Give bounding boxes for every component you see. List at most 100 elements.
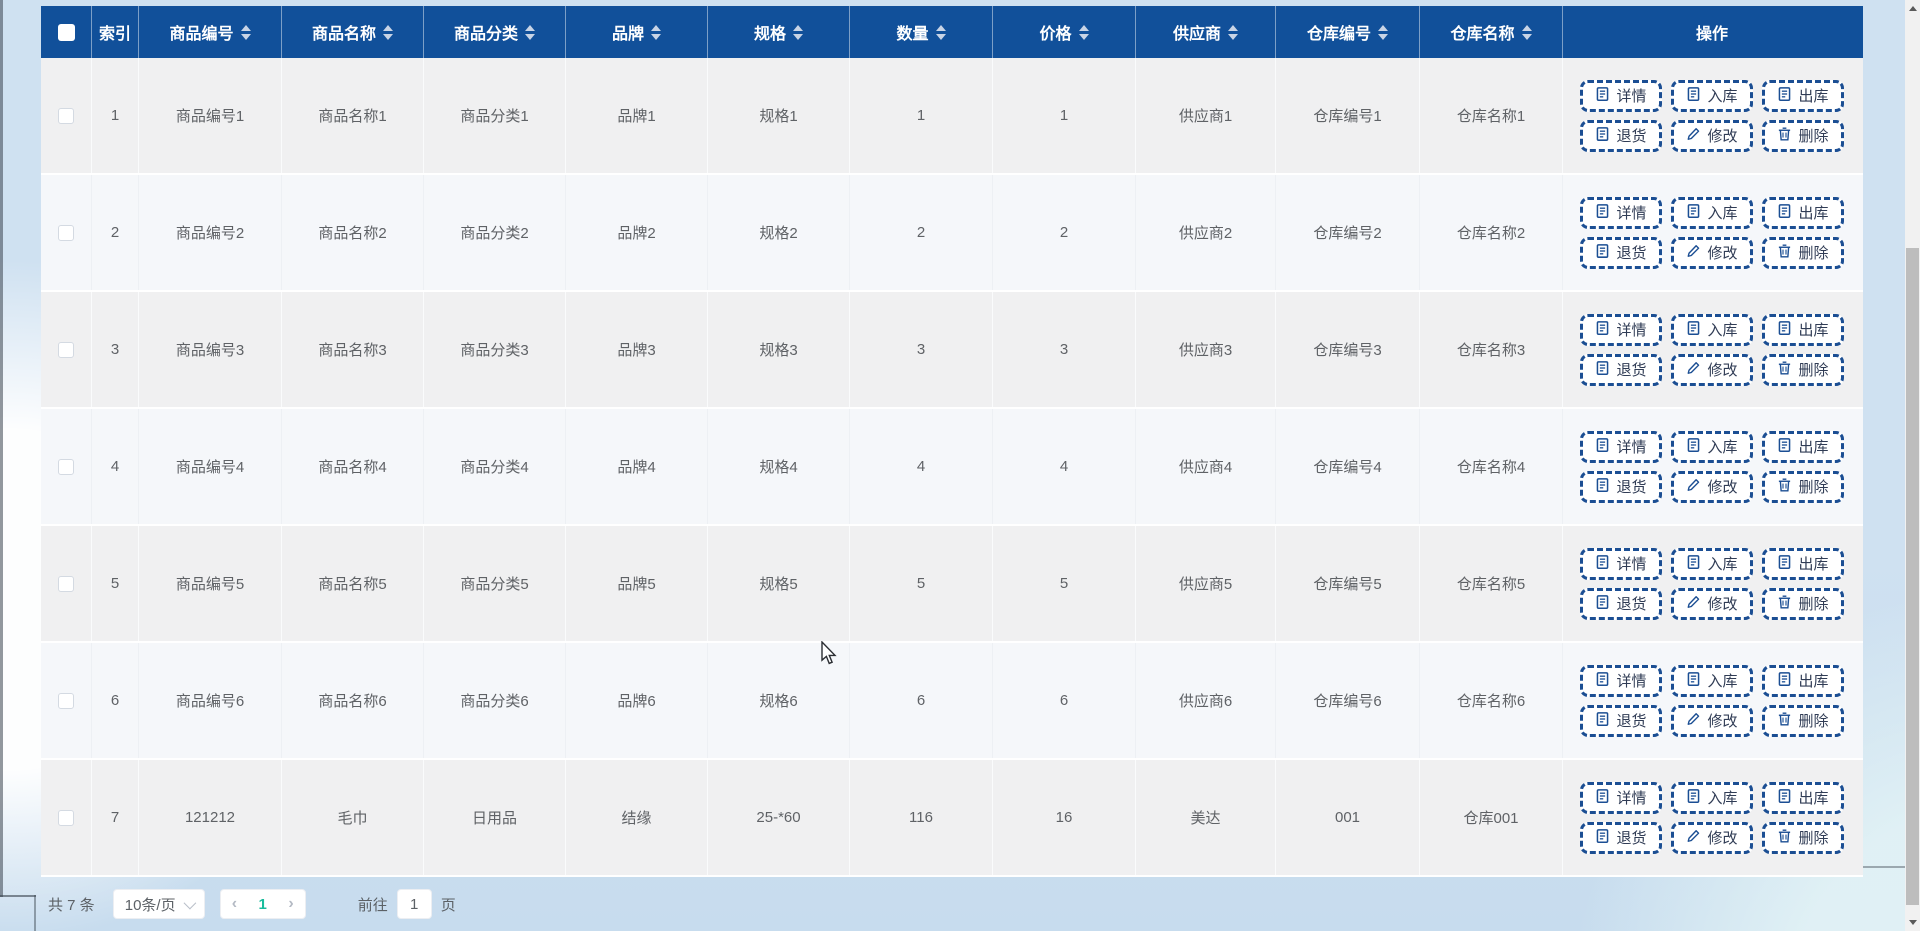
return-button[interactable]: 退货 [1580,353,1662,386]
sort-asc-icon[interactable] [1521,24,1532,31]
sort-carets-icon[interactable] [240,24,251,40]
prev-page-button[interactable]: ‹ [232,896,237,912]
sort-asc-icon[interactable] [1228,24,1238,31]
sort-asc-icon[interactable] [651,24,661,31]
return-button[interactable]: 退货 [1580,587,1662,620]
sort-carets-icon[interactable] [525,24,535,40]
sort-asc-icon[interactable] [525,24,535,31]
column-header-wh_code[interactable]: 仓库编号 [1276,6,1420,58]
column-header-category[interactable]: 商品分类 [424,6,566,58]
column-header-code[interactable]: 商品编号 [139,6,282,58]
return-button[interactable]: 退货 [1580,119,1662,152]
stock-out-button[interactable]: 出库 [1762,196,1844,229]
column-header-name[interactable]: 商品名称 [282,6,424,58]
stock-out-button[interactable]: 出库 [1762,547,1844,580]
column-header-price[interactable]: 价格 [993,6,1136,58]
scrollbar-up-arrow[interactable] [1905,0,1920,17]
row-checkbox[interactable] [58,575,74,592]
cell-qty: 2 [850,175,993,290]
return-button[interactable]: 退货 [1580,236,1662,269]
details-button[interactable]: 详情 [1580,547,1662,580]
scrollbar-down-arrow[interactable] [1905,914,1920,931]
sort-desc-icon[interactable] [240,33,251,40]
details-button[interactable]: 详情 [1580,313,1662,346]
sort-carets-icon[interactable] [1521,24,1532,40]
row-checkbox[interactable] [58,341,74,358]
sort-asc-icon[interactable] [1378,24,1388,31]
delete-button[interactable]: 删除 [1762,821,1844,854]
delete-button[interactable]: 删除 [1762,236,1844,269]
stock-out-button[interactable]: 出库 [1762,430,1844,463]
edit-button[interactable]: 修改 [1671,119,1753,152]
sort-carets-icon[interactable] [651,24,661,40]
return-button[interactable]: 退货 [1580,470,1662,503]
edit-button[interactable]: 修改 [1671,236,1753,269]
row-checkbox[interactable] [58,107,74,124]
delete-button[interactable]: 删除 [1762,587,1844,620]
scrollbar-thumb[interactable] [1906,248,1919,905]
row-checkbox[interactable] [58,224,74,241]
stock-out-button[interactable]: 出库 [1762,313,1844,346]
sort-carets-icon[interactable] [793,24,803,40]
sort-desc-icon[interactable] [1521,33,1532,40]
column-header-brand[interactable]: 品牌 [566,6,708,58]
details-button[interactable]: 详情 [1580,781,1662,814]
sort-asc-icon[interactable] [793,24,803,31]
sort-carets-icon[interactable] [1228,24,1238,40]
sort-desc-icon[interactable] [1078,33,1089,40]
sort-asc-icon[interactable] [383,24,393,31]
return-button[interactable]: 退货 [1580,821,1662,854]
delete-button[interactable]: 删除 [1762,470,1844,503]
edit-button[interactable]: 修改 [1671,821,1753,854]
stock-out-button[interactable]: 出库 [1762,79,1844,112]
page-size-select[interactable]: 10条/页 [112,889,205,919]
column-header-qty[interactable]: 数量 [850,6,993,58]
edit-button[interactable]: 修改 [1671,704,1753,737]
stock-out-button[interactable]: 出库 [1762,781,1844,814]
sort-desc-icon[interactable] [1378,33,1388,40]
stock-in-button[interactable]: 入库 [1671,79,1753,112]
edit-button[interactable]: 修改 [1671,470,1753,503]
row-checkbox[interactable] [58,809,74,826]
edit-button[interactable]: 修改 [1671,587,1753,620]
edit-button[interactable]: 修改 [1671,353,1753,386]
sort-carets-icon[interactable] [935,24,946,40]
delete-button[interactable]: 删除 [1762,119,1844,152]
stock-in-button[interactable]: 入库 [1671,547,1753,580]
stock-out-button[interactable]: 出库 [1762,664,1844,697]
sort-desc-icon[interactable] [651,33,661,40]
stock-in-button[interactable]: 入库 [1671,430,1753,463]
column-header-wh_name[interactable]: 仓库名称 [1420,6,1563,58]
sort-asc-icon[interactable] [1078,24,1089,31]
sort-desc-icon[interactable] [383,33,393,40]
column-header-spec[interactable]: 规格 [708,6,850,58]
sort-carets-icon[interactable] [1078,24,1089,40]
goto-page-input[interactable] [396,889,432,919]
stock-in-button[interactable]: 入库 [1671,664,1753,697]
details-button[interactable]: 详情 [1580,664,1662,697]
stock-in-button[interactable]: 入库 [1671,781,1753,814]
sort-carets-icon[interactable] [1378,24,1388,40]
sort-asc-icon[interactable] [935,24,946,31]
sort-desc-icon[interactable] [935,33,946,40]
column-header-supplier[interactable]: 供应商 [1136,6,1276,58]
return-button[interactable]: 退货 [1580,704,1662,737]
sort-asc-icon[interactable] [240,24,251,31]
details-button[interactable]: 详情 [1580,196,1662,229]
stock-in-button[interactable]: 入库 [1671,313,1753,346]
sort-desc-icon[interactable] [525,33,535,40]
delete-button[interactable]: 删除 [1762,704,1844,737]
delete-button[interactable]: 删除 [1762,353,1844,386]
browser-scrollbar[interactable] [1905,0,1920,931]
select-all-checkbox[interactable] [57,23,75,41]
sort-carets-icon[interactable] [383,24,393,40]
sort-desc-icon[interactable] [1228,33,1238,40]
row-checkbox[interactable] [58,692,74,709]
next-page-button[interactable]: › [288,896,293,912]
sort-desc-icon[interactable] [793,33,803,40]
stock-in-button[interactable]: 入库 [1671,196,1753,229]
details-button[interactable]: 详情 [1580,430,1662,463]
page-number-1[interactable]: 1 [259,896,267,913]
details-button[interactable]: 详情 [1580,79,1662,112]
row-checkbox[interactable] [58,458,74,475]
